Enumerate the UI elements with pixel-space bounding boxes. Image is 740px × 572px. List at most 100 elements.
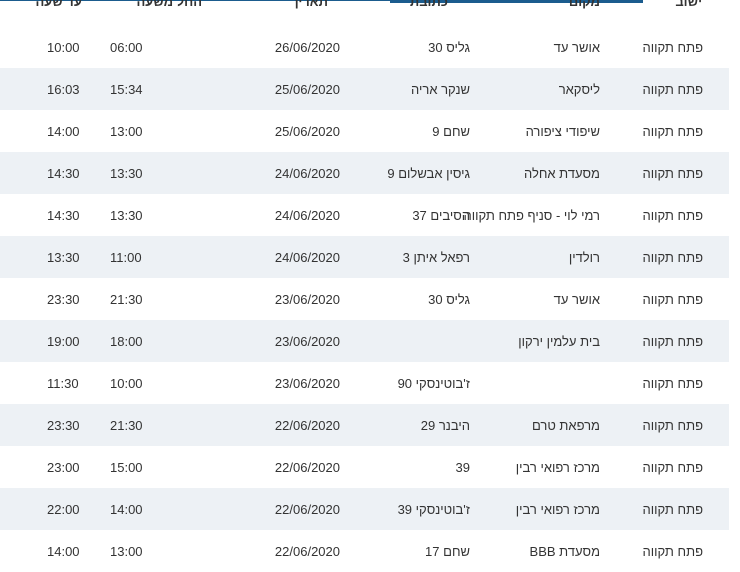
cell-to: 22:00 <box>47 501 80 517</box>
cell-place: בית עלמין ירקון <box>518 333 600 349</box>
exposure-locations-table: פתח תקווה אושר עד גליס 30 26/06/2020 06:… <box>0 26 729 572</box>
cell-address: גיסין אבשלום 9 <box>387 165 470 181</box>
table-row[interactable]: פתח תקווה בית עלמין ירקון 23/06/2020 18:… <box>0 320 729 362</box>
cell-city: פתח תקווה <box>642 333 703 349</box>
cell-to: 13:30 <box>47 249 80 265</box>
cell-from: 13:30 <box>110 207 143 223</box>
cell-address: גליס 30 <box>428 39 470 55</box>
cell-place: רמי לוי - סניף פתח תקווה <box>463 207 600 223</box>
cell-address <box>340 320 470 362</box>
cell-place: מרכז רפואי רבין <box>515 501 600 517</box>
header-bar <box>0 0 740 8</box>
cell-city: פתח תקווה <box>642 123 703 139</box>
cell-to: 14:00 <box>47 543 80 559</box>
table-row[interactable]: פתח תקווה אושר עד גליס 30 26/06/2020 06:… <box>0 26 729 68</box>
header-place[interactable]: מקום <box>569 0 600 9</box>
header-from[interactable]: החל משעה <box>136 0 202 9</box>
cell-to: 11:30 <box>47 375 79 391</box>
cell-city: פתח תקווה <box>642 165 703 181</box>
cell-to: 23:30 <box>47 417 80 433</box>
cell-address: שחם 9 <box>432 123 470 139</box>
cell-place <box>470 362 600 404</box>
cell-date: 22/06/2020 <box>274 543 340 559</box>
table-body: פתח תקווה אושר עד גליס 30 26/06/2020 06:… <box>0 26 729 572</box>
header-to[interactable]: עד שעה <box>35 0 82 9</box>
cell-date: 25/06/2020 <box>274 123 340 139</box>
cell-city: פתח תקווה <box>642 501 703 517</box>
cell-from: 11:00 <box>110 249 142 265</box>
cell-date: 22/06/2020 <box>274 417 340 433</box>
cell-from: 10:00 <box>110 375 143 391</box>
table-row[interactable]: פתח תקווה מרכז רפואי רבין ז'בוטינסקי 39 … <box>0 488 729 530</box>
cell-address: רפאל איתן 3 <box>402 249 470 265</box>
cell-place: אושר עד <box>553 39 600 55</box>
cell-to: 23:30 <box>47 291 80 307</box>
cell-from: 21:30 <box>110 291 143 307</box>
cell-place: אושר עד <box>553 291 600 307</box>
cell-from: 06:00 <box>110 39 143 55</box>
table-row[interactable]: פתח תקווה רמי לוי - סניף פתח תקווה הסיבי… <box>0 194 729 236</box>
cell-from: 18:00 <box>110 333 143 349</box>
cell-to: 19:00 <box>47 333 80 349</box>
cell-place: מסעדת אחלה <box>523 165 600 181</box>
cell-address: ז'בוטינסקי 39 <box>397 501 470 517</box>
cell-address: גליס 30 <box>428 291 470 307</box>
cell-address: 39 <box>455 459 470 475</box>
cell-date: 23/06/2020 <box>274 333 340 349</box>
cell-date: 26/06/2020 <box>274 39 340 55</box>
cell-place: מרכז רפואי רבין <box>515 459 600 475</box>
cell-from: 14:00 <box>110 501 143 517</box>
cell-address: הסיבים 37 <box>412 207 470 223</box>
header-city[interactable]: ישוב <box>675 0 702 9</box>
cell-city: פתח תקווה <box>642 291 703 307</box>
cell-date: 24/06/2020 <box>274 249 340 265</box>
cell-address: שחם 17 <box>425 543 470 559</box>
cell-date: 23/06/2020 <box>274 375 340 391</box>
table-row[interactable]: פתח תקווה ליסקאר שנקר אריה 25/06/2020 15… <box>0 68 729 110</box>
header-date[interactable]: תאריך <box>291 0 328 9</box>
cell-city: פתח תקווה <box>642 417 703 433</box>
cell-city: פתח תקווה <box>642 459 703 475</box>
cell-place: מרפאת טרם <box>531 417 600 433</box>
cell-place: רולדין <box>568 249 600 265</box>
cell-city: פתח תקווה <box>642 543 703 559</box>
cell-from: 15:00 <box>110 459 143 475</box>
table-row[interactable]: פתח תקווה מסעדת BBB שחם 17 22/06/2020 13… <box>0 530 729 572</box>
table-row[interactable]: פתח תקווה אושר עד גליס 30 23/06/2020 21:… <box>0 278 729 320</box>
cell-place: שיפודי ציפורה <box>525 123 600 139</box>
cell-to: 14:30 <box>47 165 80 181</box>
cell-city: פתח תקווה <box>642 249 703 265</box>
cell-city: פתח תקווה <box>642 375 703 391</box>
cell-from: 13:00 <box>110 543 143 559</box>
cell-address: ז'בוטינסקי 90 <box>397 375 470 391</box>
cell-from: 21:30 <box>110 417 143 433</box>
cell-date: 25/06/2020 <box>274 81 340 97</box>
table-row[interactable]: פתח תקווה ז'בוטינסקי 90 23/06/2020 10:00… <box>0 362 729 404</box>
cell-city: פתח תקווה <box>642 81 703 97</box>
cell-city: פתח תקווה <box>642 39 703 55</box>
cell-to: 16:03 <box>47 81 80 97</box>
table-row[interactable]: פתח תקווה מסעדת אחלה גיסין אבשלום 9 24/0… <box>0 152 729 194</box>
cell-date: 22/06/2020 <box>274 501 340 517</box>
cell-place: מסעדת BBB <box>529 543 600 559</box>
header-address[interactable]: כתובת <box>410 0 448 9</box>
cell-to: 23:00 <box>47 459 80 475</box>
cell-from: 13:30 <box>110 165 143 181</box>
scrollbar-track[interactable] <box>729 0 740 558</box>
table-row[interactable]: פתח תקווה שיפודי ציפורה שחם 9 25/06/2020… <box>0 110 729 152</box>
table-row[interactable]: פתח תקווה מרכז רפואי רבין 39 22/06/2020 … <box>0 446 729 488</box>
cell-to: 14:30 <box>47 207 80 223</box>
cell-to: 10:00 <box>47 39 80 55</box>
cell-address: היבנר 29 <box>420 417 470 433</box>
cell-place: ליסקאר <box>558 81 600 97</box>
cell-date: 23/06/2020 <box>274 291 340 307</box>
table-row[interactable]: פתח תקווה מרפאת טרם היבנר 29 22/06/2020 … <box>0 404 729 446</box>
cell-date: 24/06/2020 <box>274 165 340 181</box>
cell-to: 14:00 <box>47 123 80 139</box>
table-row[interactable]: פתח תקווה רולדין רפאל איתן 3 24/06/2020 … <box>0 236 729 278</box>
cell-address: שנקר אריה <box>411 81 470 97</box>
cell-city: פתח תקווה <box>642 207 703 223</box>
cell-date: 22/06/2020 <box>274 459 340 475</box>
cell-from: 15:34 <box>110 81 143 97</box>
cell-date: 24/06/2020 <box>274 207 340 223</box>
